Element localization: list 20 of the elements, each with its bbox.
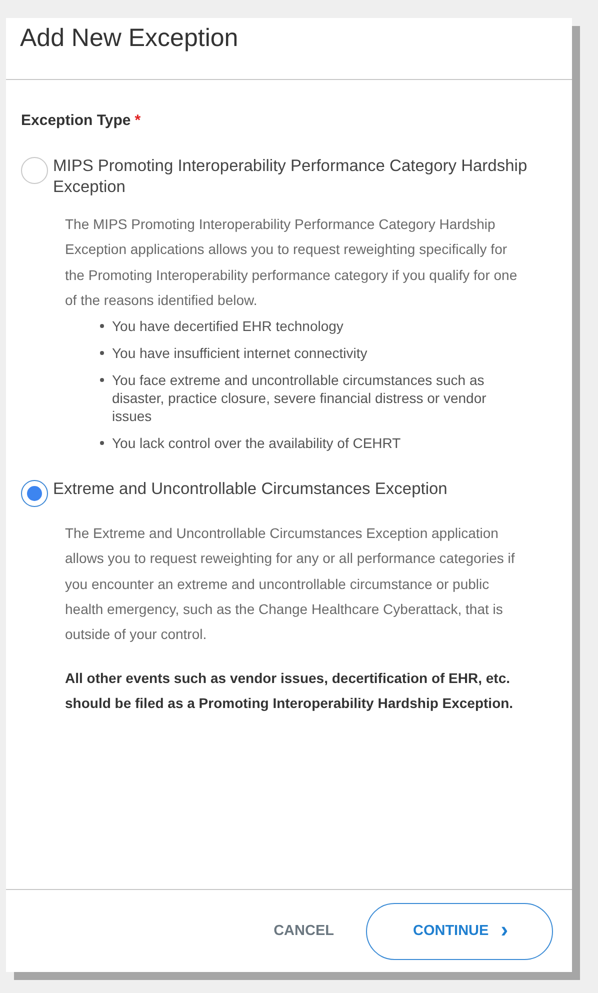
note-text: All other events such as vendor issues, decertification of EHR, etc. should be filed as a Promoting Interoperability Hardship Exception. bbox=[65, 668, 514, 713]
option-label[interactable]: MIPS Promoting Interoperability Performance Category Hardship Exception bbox=[53, 156, 557, 198]
bullet-icon bbox=[100, 351, 104, 356]
bullet-text: You have insufficient internet connectivity bbox=[112, 344, 368, 362]
radio-button[interactable] bbox=[21, 157, 48, 184]
bullet-icon bbox=[100, 324, 104, 328]
radio-button[interactable] bbox=[21, 480, 48, 508]
bullet-icon bbox=[100, 378, 104, 382]
dialog-title: Add New Exception bbox=[20, 24, 240, 53]
continue-button[interactable]: CONTINUE › bbox=[366, 902, 553, 960]
field-label: Exception Type bbox=[21, 112, 131, 129]
option-description: The MIPS Promoting Interoperability Performance Category Hardship Exception applications allows you to request reweighting specifically for the Promoting Interoperability performance category if you qualify for one of the reasons identified below. bbox=[65, 215, 518, 310]
required-mark: * bbox=[134, 112, 141, 129]
option-description: The Extreme and Uncontrollable Circumstances Exception application allows you to request reweighting for any or all performance categories if you encounter an extreme and uncontrollable circumstance or public health emergency, such as the Change Healthcare Cyberattack, that is outside of your control. bbox=[65, 524, 516, 644]
bullet-text: You lack control over the availability of CEHRT bbox=[112, 434, 401, 452]
bullet-icon bbox=[100, 441, 104, 446]
option-label[interactable]: Extreme and Uncontrollable Circumstances Exception bbox=[53, 479, 448, 500]
bullet-text: You have decertified EHR technology bbox=[112, 317, 344, 336]
cancel-button[interactable]: CANCEL bbox=[268, 922, 340, 940]
bullet-text: You face extreme and uncontrollable circumstances such as disaster, practice closure, severe financial distress or vendor issues bbox=[112, 371, 488, 426]
